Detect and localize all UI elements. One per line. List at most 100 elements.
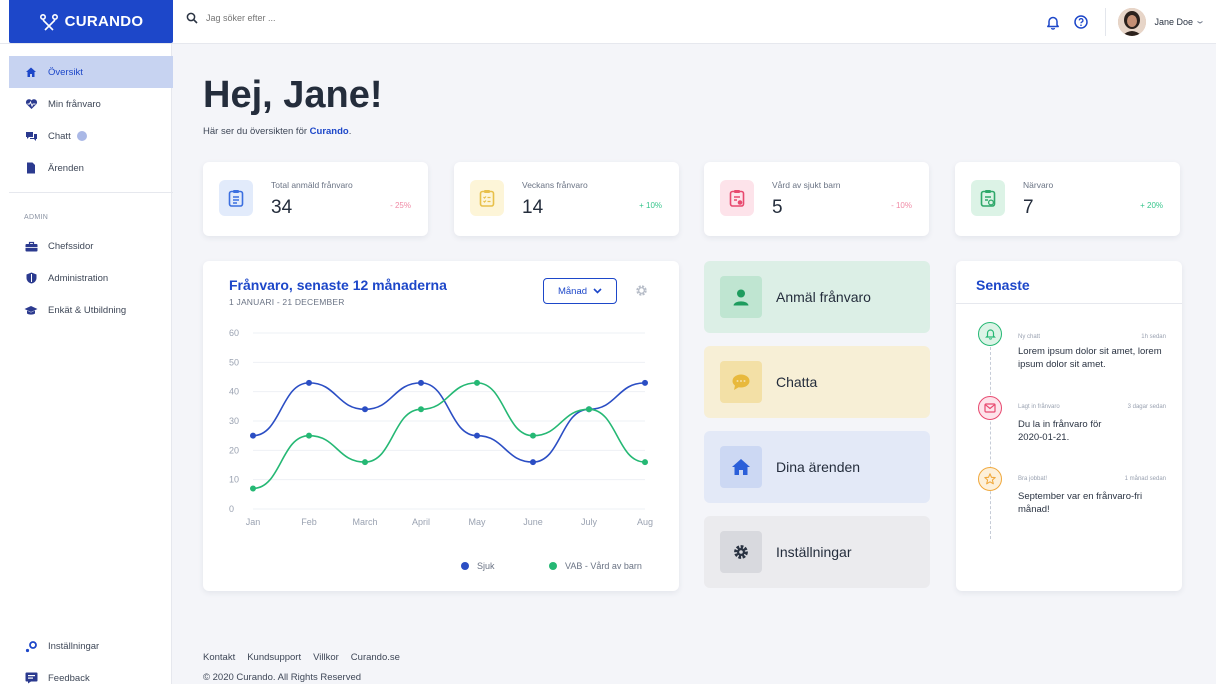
data-point <box>474 379 480 386</box>
graduation-cap-icon <box>24 303 38 317</box>
subtitle-prefix: Här ser du översikten för <box>203 126 310 137</box>
action-installningar[interactable]: Inställningar <box>704 516 930 588</box>
period-select-label: Månad <box>557 285 588 297</box>
bell-icon <box>1047 16 1060 30</box>
heart-icon <box>24 97 38 111</box>
sidebar-item-chefssidor[interactable]: Chefssidor <box>9 230 173 262</box>
stat-label: Veckans frånvaro <box>522 180 588 190</box>
y-tick-label: 30 <box>229 416 239 426</box>
briefcase-icon <box>24 239 38 253</box>
data-point <box>250 432 256 439</box>
sidebar-item-label: Ärenden <box>48 162 84 174</box>
stat-value: 14 <box>522 197 544 218</box>
stat-card-total[interactable]: Total anmäld frånvaro 34 - 25% <box>203 162 428 236</box>
sidebar-item-label: Chefssidor <box>48 240 94 252</box>
sidebar-item-min-franvaro[interactable]: Min frånvaro <box>9 88 173 120</box>
action-label: Anmäl frånvaro <box>776 289 871 305</box>
stat-value: 7 <box>1023 197 1034 218</box>
sidebar-item-installningar[interactable]: Inställningar <box>9 630 173 662</box>
subtitle-suffix: . <box>348 126 352 137</box>
data-point <box>586 406 592 413</box>
avatar-image <box>1118 8 1147 36</box>
chart-settings-icon[interactable] <box>635 284 648 297</box>
stat-card-narvaro[interactable]: Närvaro 7 + 20% <box>955 162 1180 236</box>
footer-copyright: © 2020 Curando. All Rights Reserved <box>203 672 362 683</box>
stat-card-veckans[interactable]: Veckans frånvaro 14 + 10% <box>454 162 679 236</box>
document-icon <box>24 161 38 175</box>
timeline-meta: Lagt in frånvaro <box>1018 404 1060 410</box>
sidebar-item-label: Feedback <box>48 672 90 684</box>
sidebar-item-oversikt[interactable]: Översikt <box>9 56 173 88</box>
footer-link-kundsupport[interactable]: Kundsupport <box>247 652 301 663</box>
sidebar-item-enkat-utbildning[interactable]: Enkät & Utbildning <box>9 294 173 326</box>
help-button[interactable] <box>1071 12 1091 32</box>
sidebar-item-administration[interactable]: Administration <box>9 262 173 294</box>
recent-divider <box>956 303 1182 304</box>
user-name[interactable]: Jane Doe <box>1154 17 1193 27</box>
stat-label: Närvaro <box>1023 180 1054 190</box>
legend-marker <box>549 562 557 570</box>
top-bar: CURANDO Jag söker efter ... Jane Doe <box>0 0 1216 44</box>
user-icon <box>720 276 762 318</box>
footer-link-kontakt[interactable]: Kontakt <box>203 652 235 663</box>
legend-label: Sjuk <box>477 561 495 571</box>
footer-link-villkor[interactable]: Villkor <box>313 652 339 663</box>
period-select-button[interactable]: Månad <box>543 278 617 304</box>
timeline-text: Du la in frånvaro för 2020-01-21. <box>1018 419 1102 443</box>
search-input[interactable] <box>206 13 426 23</box>
data-point <box>306 379 312 386</box>
sidebar-item-label: Chatt <box>48 130 71 142</box>
timeline-time: 3 dagar sedan <box>1127 404 1166 410</box>
timeline-text: Lorem ipsum dolor sit amet, lorem ipsum … <box>1018 346 1162 370</box>
chart-title: Frånvaro, senaste 12 månaderna <box>229 277 447 293</box>
timeline-meta: Bra jobbat! <box>1018 476 1048 482</box>
stat-change: - 25% <box>390 201 411 210</box>
x-tick-label: Jan <box>246 517 261 527</box>
sidebar-item-label: Enkät & Utbildning <box>48 304 127 316</box>
feedback-icon <box>24 671 38 684</box>
brand-name: CURANDO <box>64 13 144 30</box>
y-tick-label: 60 <box>229 328 239 338</box>
stat-value: 5 <box>772 197 783 218</box>
mail-icon <box>978 396 1002 420</box>
x-tick-label: March <box>352 517 377 527</box>
data-point <box>586 406 592 413</box>
x-tick-label: May <box>468 517 486 527</box>
sidebar-item-label: Administration <box>48 272 109 284</box>
stat-change: + 20% <box>1140 201 1163 210</box>
data-point <box>642 379 648 386</box>
data-point <box>642 459 648 466</box>
brand-logo[interactable]: CURANDO <box>9 0 173 43</box>
star-icon <box>978 467 1002 491</box>
y-tick-label: 20 <box>229 445 239 455</box>
legend-label: VAB - Vård av barn <box>565 561 642 571</box>
settings-icon <box>24 639 38 653</box>
gear-icon <box>720 531 762 573</box>
line-chart: 0 10 20 30 40 50 60 Jan Feb March April May June July… <box>229 328 653 571</box>
stat-card-vard-av-sjukt-barn[interactable]: Vård av sjukt barn 5 - 10% <box>704 162 929 236</box>
chevron-down-icon[interactable] <box>1196 19 1204 25</box>
data-point <box>418 379 424 386</box>
clipboard-icon <box>219 180 253 216</box>
page-title: Hej, Jane! <box>203 74 383 116</box>
notifications-button[interactable] <box>1043 12 1063 32</box>
sidebar-item-feedback[interactable]: Feedback <box>9 662 173 684</box>
action-label: Inställningar <box>776 544 852 560</box>
avatar[interactable] <box>1118 8 1147 36</box>
footer-link-curando-se[interactable]: Curando.se <box>351 652 400 663</box>
action-dina-arenden[interactable]: Dina ärenden <box>704 431 930 503</box>
search-bar[interactable] <box>186 12 426 24</box>
sidebar-item-arenden[interactable]: Ärenden <box>9 152 173 184</box>
y-tick-label: 10 <box>229 475 239 485</box>
data-point <box>530 432 536 439</box>
sidebar-item-chatt[interactable]: Chatt <box>9 120 173 152</box>
action-anmal-franvaro[interactable]: Anmäl frånvaro <box>704 261 930 333</box>
recent-title: Senaste <box>976 277 1030 293</box>
recent-activity-card: Senaste Ny chatt 1h sedan Lorem ipsum do… <box>956 261 1182 591</box>
sidebar: Översikt Min frånvaro Chatt Ärenden ADMI… <box>0 44 173 684</box>
subtitle-brand: Curando <box>309 126 349 137</box>
chat-icon <box>24 129 38 143</box>
top-divider <box>1105 8 1107 36</box>
home-icon <box>24 65 38 79</box>
action-chatta[interactable]: Chatta <box>704 346 930 418</box>
